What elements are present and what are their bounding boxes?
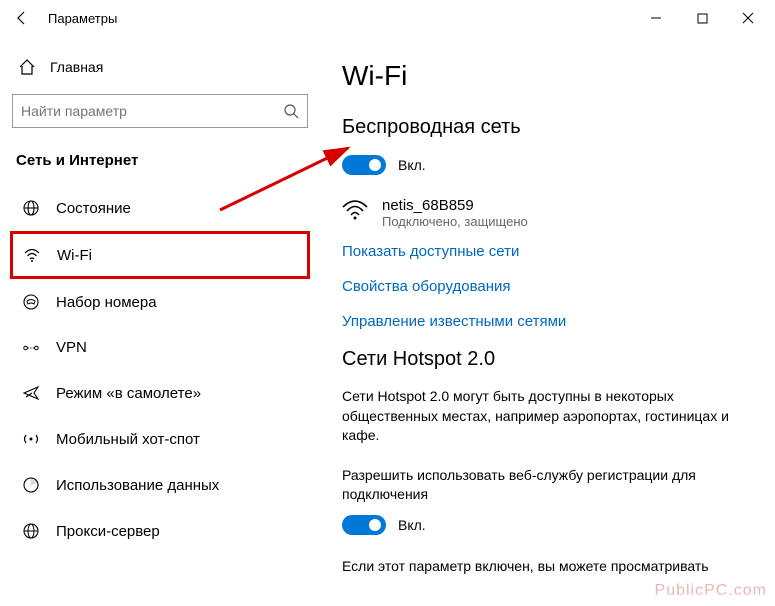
sidebar-item-airplane[interactable]: Режим «в самолете»	[10, 370, 310, 416]
hotspot-description: Сети Hotspot 2.0 могут быть доступны в н…	[342, 387, 751, 446]
hotspot-heading: Сети Hotspot 2.0	[342, 348, 751, 371]
sidebar-item-status[interactable]: Состояние	[10, 185, 310, 231]
link-show-networks[interactable]: Показать доступные сети	[342, 243, 751, 260]
dialup-icon	[22, 293, 40, 311]
search-field[interactable]	[21, 103, 283, 119]
sidebar-section-header: Сеть и Интернет	[10, 146, 310, 175]
airplane-icon	[22, 384, 40, 402]
maximize-button[interactable]	[679, 0, 725, 36]
search-input[interactable]	[12, 94, 308, 128]
wifi-icon	[23, 246, 41, 264]
main-panel: Wi-Fi Беспроводная сеть Вкл. netis_68B85…	[320, 36, 775, 606]
sidebar-home-label: Главная	[50, 59, 103, 75]
home-icon	[18, 58, 36, 76]
sidebar-item-vpn[interactable]: VPN	[10, 325, 310, 370]
datausage-icon	[22, 476, 40, 494]
titlebar: Параметры	[0, 0, 775, 36]
wifi-toggle[interactable]	[342, 155, 386, 175]
sidebar-item-label: Wi-Fi	[57, 247, 92, 264]
vpn-icon	[22, 341, 40, 355]
sidebar-item-proxy[interactable]: Прокси-сервер	[10, 508, 310, 554]
wifi-signal-icon	[342, 199, 368, 229]
sidebar-item-label: Использование данных	[56, 477, 219, 494]
close-button[interactable]	[725, 0, 771, 36]
sidebar-item-datausage[interactable]: Использование данных	[10, 462, 310, 508]
sidebar-item-dialup[interactable]: Набор номера	[10, 279, 310, 325]
minimize-button[interactable]	[633, 0, 679, 36]
sidebar: Главная Сеть и Интернет Состояние Wi-Fi	[0, 36, 320, 606]
current-network[interactable]: netis_68B859 Подключено, защищено	[342, 197, 751, 229]
window-title: Параметры	[48, 11, 117, 26]
proxy-icon	[22, 522, 40, 540]
network-status: Подключено, защищено	[382, 214, 528, 229]
sidebar-item-label: Набор номера	[56, 294, 157, 311]
hotspot-allow-label: Разрешить использовать веб-службу регист…	[342, 466, 751, 505]
link-hardware-properties[interactable]: Свойства оборудования	[342, 278, 751, 295]
sidebar-item-label: Прокси-сервер	[56, 523, 160, 540]
sidebar-item-label: Мобильный хот-спот	[56, 431, 200, 448]
sidebar-item-label: VPN	[56, 339, 87, 356]
page-title: Wi-Fi	[342, 60, 751, 92]
wifi-toggle-label: Вкл.	[398, 157, 426, 173]
hotspot-enabled-note: Если этот параметр включен, вы можете пр…	[342, 557, 751, 577]
hotspot-toggle-label: Вкл.	[398, 517, 426, 533]
sidebar-item-label: Состояние	[56, 200, 131, 217]
search-icon	[283, 103, 299, 119]
wireless-heading: Беспроводная сеть	[342, 116, 751, 139]
sidebar-item-wifi[interactable]: Wi-Fi	[10, 231, 310, 279]
hotspot-registration-toggle[interactable]	[342, 515, 386, 535]
sidebar-item-home[interactable]: Главная	[10, 52, 310, 82]
link-manage-known-networks[interactable]: Управление известными сетями	[342, 313, 751, 330]
sidebar-item-hotspot[interactable]: Мобильный хот-спот	[10, 416, 310, 462]
network-ssid: netis_68B859	[382, 197, 528, 214]
sidebar-item-label: Режим «в самолете»	[56, 385, 201, 402]
back-button[interactable]	[4, 0, 40, 36]
globe-icon	[22, 199, 40, 217]
hotspot-icon	[22, 430, 40, 448]
